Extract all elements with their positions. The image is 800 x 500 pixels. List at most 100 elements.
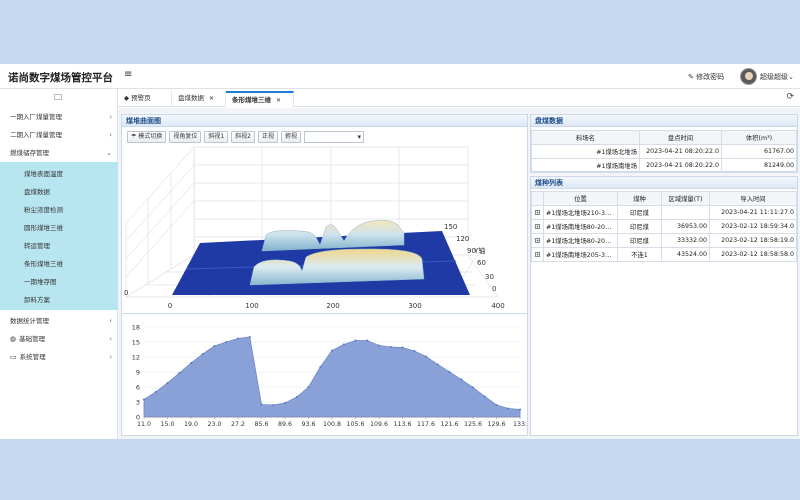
avatar[interactable] [740,68,757,85]
tab-strip-3d[interactable]: 条形煤堆三维 ✕ [226,91,294,107]
tab-label: 条形煤堆三维 [232,96,271,104]
column-header[interactable]: 盘点时间 [639,130,722,145]
x-tick-label: 19.0 [184,421,198,428]
expand-icon[interactable]: + [535,210,540,215]
data-point [425,355,427,358]
x-tick-label: 100.8 [323,421,341,428]
x-tick-label: 85.6 [254,421,268,428]
expand-icon[interactable]: + [535,224,540,229]
data-point [389,346,392,348]
sidebar-item-dust[interactable]: 粉尘浓度检测 [24,204,63,214]
tab-label: 盘煤数据 [178,94,204,102]
close-icon[interactable]: ✕ [276,97,281,104]
sidebar-item-surface-temp[interactable]: 煤堆表面温度 [24,168,63,178]
view-select[interactable] [304,131,365,143]
data-point [237,337,239,340]
surface-3d-view[interactable]: 150 120 90 60 30 0 Y轴 0 [122,145,527,303]
sidebar-item-strip-3d[interactable]: 条形煤堆三维 [24,258,63,268]
sidebar-item-phase2-coal[interactable]: 二期入厂煤量管理 ‹ [0,126,118,144]
chevron-left-icon: ‹ [109,335,112,343]
column-header[interactable]: 料场名 [531,130,640,145]
main-content: 煤堆曲面图 ☂ 模式切换 视角复位 斜视1 斜视2 正视 俯视 ▾ 150 12… [118,108,800,439]
column-header[interactable]: 导入时间 [709,191,797,206]
change-password-link[interactable]: ✎ 修改密码 [688,72,724,82]
user-menu[interactable]: 超级超级⌄ [760,72,794,82]
x-tick-label: 129.6 [487,421,505,428]
sidebar-item-phase1-coal[interactable]: 一期入厂煤量管理 ‹ [0,108,118,126]
data-point [166,382,169,384]
table-cell: 印尼煤 [617,233,662,248]
data-point [460,378,463,381]
data-point [448,371,451,373]
hamburger-icon[interactable]: ≡ [124,69,132,80]
app-title: 诺尚数字煤场管控平台 [8,72,113,84]
oblique-view-1-button[interactable]: 斜视1 [204,131,229,143]
table-cell: 2023-02-12 18:58:58.0 [709,247,797,262]
chevron-left-icon: ‹ [109,113,112,121]
tab-label: 预警页 [131,94,151,102]
tab-warning[interactable]: ◆ 预警页 [118,91,172,107]
sidebar-item-label: 二期入厂煤量管理 [10,131,62,139]
data-point [260,403,263,406]
surface-panel-title: 煤堆曲面图 [122,115,527,127]
table-row[interactable]: + #1煤场北堆场210-3… 印尼煤 2023-04-21 11:11:27.… [531,205,797,220]
sidebar-item-statistics[interactable]: 数据统计管理 ‹ [0,312,118,330]
user-name: 超级超级 [760,73,788,81]
app-window: 诺尚数字煤场管控平台 ≡ ✎ 修改密码 超级超级⌄ 一期入厂煤量管理 ‹ 二期入厂… [0,64,800,439]
sidebar-item-transfer[interactable]: 转运管理 [24,240,50,250]
data-point [225,341,228,343]
top-bar: 诺尚数字煤场管控平台 ≡ ✎ 修改密码 超级超级⌄ [0,64,800,89]
expand-icon[interactable]: + [535,252,540,257]
table-row[interactable]: + #1煤场北堆场80-20… 印尼煤 33332.00 2023-02-12 … [531,233,797,248]
table-row[interactable]: + #1煤场南堆场205-3… 不连1 43524.00 2023-02-12 … [531,247,797,262]
sidebar-item-unload-plan[interactable]: 卸料方案 [24,294,50,304]
profile-area-chart: 036912151811.0 15.0 19.0 23.0 27.2 85.6 89.6 93… [132,324,527,429]
column-header[interactable]: 位置 [543,191,618,206]
axis-x-tick: 400 [491,302,504,310]
sidebar-item-pan-data[interactable]: 盘煤数据 [24,186,50,196]
table-cell: 2023-02-12 18:58:19.0 [709,233,797,248]
top-view-button[interactable]: 俯视 [281,131,302,143]
x-tick-label: 15.0 [160,421,174,428]
surface-x-axis: 0 100 200 300 400 [168,302,505,310]
table-cell: #1煤场南堆场 [531,158,640,173]
data-point [331,349,333,352]
axis-x-tick: 100 [245,302,258,310]
sidebar-item-storage-map[interactable]: 一期堆存图 [24,276,57,286]
data-point [413,350,416,352]
sidebar-item-basic[interactable]: ◍ 基础管理 ‹ [0,330,118,348]
table-row[interactable]: #1煤场南堆场 2023-04-21 08:20:22.0 81249.00 [531,158,797,173]
table-cell: 2023-04-21 11:11:27.0 [709,205,797,220]
sidebar-item-round-3d[interactable]: 圆形煤堆三维 [24,222,63,232]
tab-pan-data[interactable]: 盘煤数据 ✕ [172,91,226,107]
table-cell: 33332.00 [661,233,710,248]
column-header-expand [531,191,544,206]
sidebar-collapse-icon[interactable] [54,94,62,100]
column-header[interactable]: 体积(m³) [721,130,797,145]
reset-view-button[interactable]: 视角复位 [169,131,202,143]
table-row[interactable]: #1煤场北堆场 2023-04-21 08:20:22.0 61767.00 [531,144,797,159]
expand-icon[interactable]: + [535,238,540,243]
data-point [213,345,216,347]
sidebar-item-system[interactable]: ▭ 系统管理 ‹ [0,348,118,366]
column-header[interactable]: 区域煤量(T) [661,191,710,206]
x-tick-label: 113.6 [393,421,411,428]
view-toolbar: ☂ 模式切换 视角复位 斜视1 斜视2 正视 俯视 [127,131,365,143]
oblique-view-2-button[interactable]: 斜视2 [231,131,255,143]
column-header[interactable]: 煤种 [617,191,662,206]
globe-icon: ◍ [10,335,17,343]
table-row[interactable]: + #1煤场南堆场80-20… 印尼煤 36953.00 2023-02-12 … [531,219,797,234]
close-icon[interactable]: ✕ [209,95,214,102]
change-password-label: 修改密码 [696,73,725,81]
monitor-icon: ▭ [10,353,17,361]
mode-switch-button[interactable]: ☂ 模式切换 [127,131,167,143]
axis-x-tick: 200 [326,302,339,310]
x-tick-label: 105.6 [346,421,364,428]
sidebar-item-coal-storage[interactable]: 燃煤储存管理 ⌄ [0,144,118,162]
table-cell: #1煤场南堆场205-3… [543,247,618,262]
refresh-icon[interactable]: ⟳ [786,92,794,102]
axis-y-tick: 30 [485,273,494,281]
table-header: 料场名 盘点时间 体积(m³) [531,130,797,145]
front-view-button[interactable]: 正视 [257,131,278,143]
data-point [366,339,369,342]
